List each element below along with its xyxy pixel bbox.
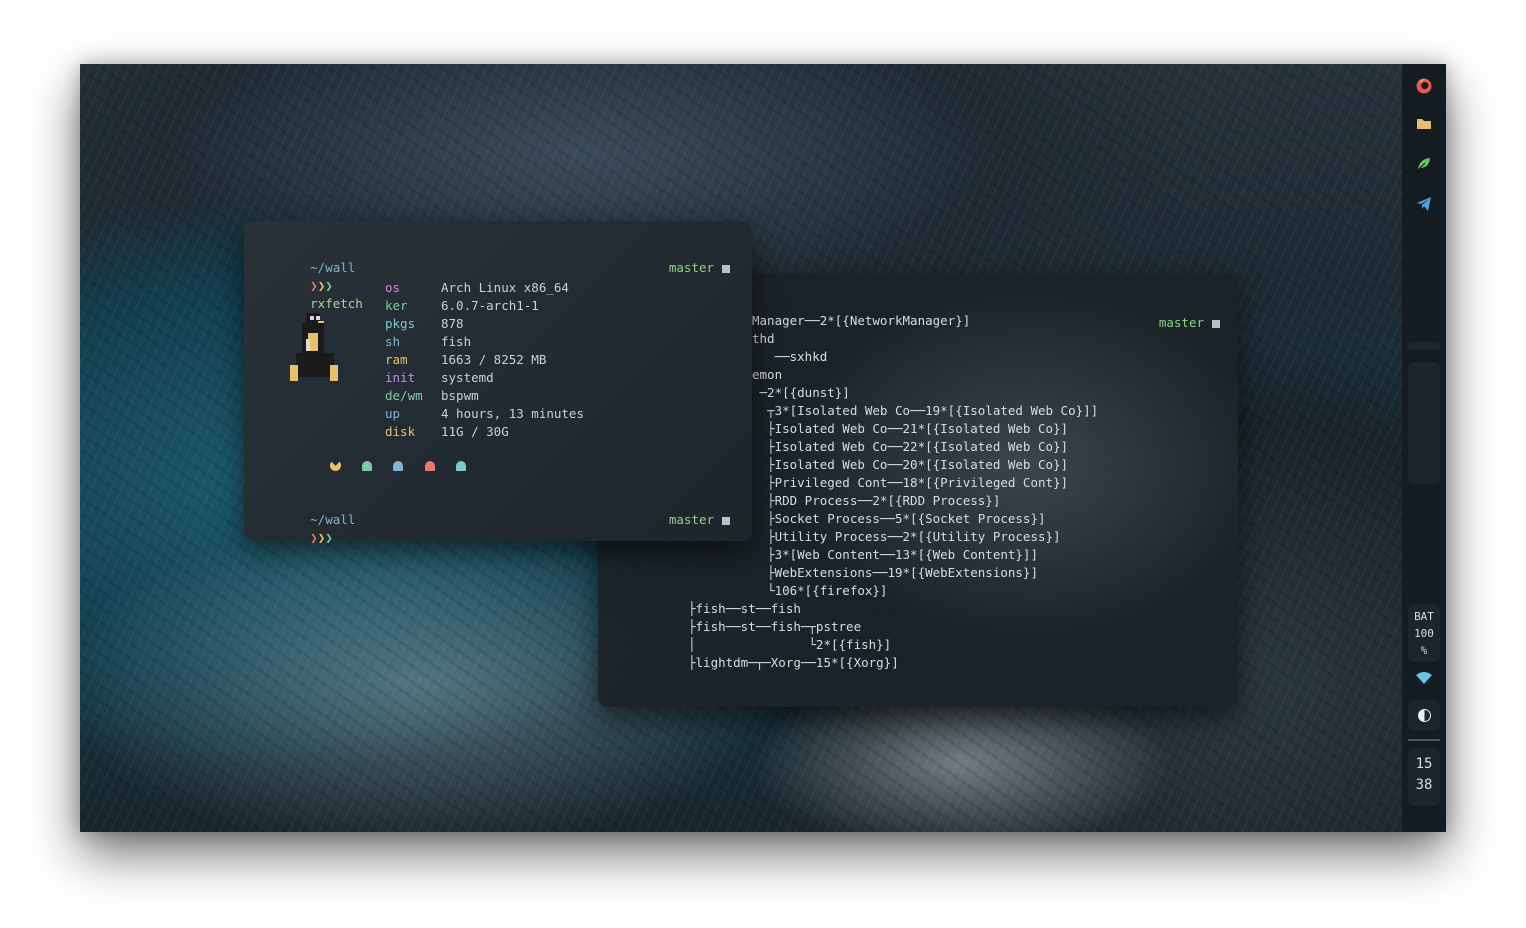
info-value: 6.0.7-arch1-1: [441, 298, 539, 313]
pstree-line: thd: [752, 331, 775, 346]
pstree-line: ├3*[Web Content──13*[{Web Content}]]: [752, 547, 1038, 562]
theme-toggle[interactable]: [1408, 700, 1440, 730]
git-branch: master: [668, 512, 714, 527]
info-key: de/wm: [385, 388, 423, 403]
cursor-block: [1212, 319, 1220, 328]
pstree-line: ├RDD Process──2*[{RDD Process}]: [752, 493, 1001, 508]
pstree-line: ├Isolated Web Co──20*[{Isolated Web Co}]: [752, 457, 1069, 472]
info-value: 11G / 30G: [441, 424, 509, 439]
clock-widget: 15 38: [1408, 748, 1440, 806]
wifi-icon[interactable]: [1414, 670, 1434, 690]
prompt-arrows: ❯❯❯: [310, 278, 333, 293]
fetch-git-status: master: [624, 241, 730, 295]
pstree-line: ├WebExtensions──19*[{WebExtensions}]: [752, 565, 1038, 580]
info-key: disk: [385, 424, 416, 439]
pstree-git-status: master: [1114, 296, 1220, 350]
prompt-line-2: ~/wall ❯❯❯: [265, 493, 355, 565]
pstree-line: ├Utility Process──2*[{Utility Process}]: [752, 529, 1061, 544]
info-key: up: [385, 406, 401, 421]
info-value: 1663 / 8252 MB: [441, 352, 547, 367]
tux-pixel-art-icon: [288, 313, 338, 387]
battery-unit: %: [1420, 644, 1428, 657]
info-value: fish: [441, 334, 472, 349]
telegram-icon[interactable]: [1414, 196, 1434, 216]
system-info-list: os Arch Linux x86_64ker 6.0.7-arch1-1 pkgs 8…: [385, 279, 584, 441]
info-row: pkgs 878: [385, 315, 584, 333]
pstree-line: ├Isolated Web Co──22*[{Isolated Web Co}]: [752, 439, 1069, 454]
info-row: ram 1663 / 8252 MB: [385, 351, 584, 369]
pstree-line: ├Privileged Cont──18*[{Privileged Cont}]: [752, 475, 1069, 490]
color-glyphs: [330, 459, 467, 474]
cursor-block: [722, 516, 730, 525]
info-row: sh fish: [385, 333, 584, 351]
info-key: pkgs: [385, 316, 416, 331]
folder-icon[interactable]: [1414, 116, 1434, 136]
workspace-indicator[interactable]: [1408, 342, 1440, 350]
info-value: systemd: [441, 370, 494, 385]
info-key: ram: [385, 352, 408, 367]
workspace-panel: [1408, 362, 1440, 484]
prompt-directory: ~/wall: [310, 512, 356, 527]
battery-widget: BAT 100 %: [1408, 604, 1440, 662]
pstree-line: ├fish──st──fish: [688, 601, 801, 616]
info-key: os: [385, 280, 401, 295]
battery-value: 100: [1414, 627, 1434, 640]
ghost-icon: [393, 461, 404, 471]
git-branch: master: [1158, 315, 1204, 330]
info-value: 878: [441, 316, 464, 331]
info-row: de/wm bspwm: [385, 387, 584, 405]
info-row: up 4 hours, 13 minutes: [385, 405, 584, 423]
info-key: init: [385, 370, 416, 385]
pacman-icon: [330, 460, 341, 471]
battery-label: BAT: [1414, 610, 1434, 623]
info-key: sh: [385, 334, 401, 349]
pstree-line: │ └2*[{fish}]: [688, 637, 892, 652]
prompt-directory: ~/wall: [310, 260, 356, 275]
leaf-icon[interactable]: [1414, 156, 1434, 176]
info-row: init systemd: [385, 369, 584, 387]
pstree-line: ├lightdm─┬─Xorg──15*[{Xorg}]: [688, 655, 899, 670]
cursor-block: [722, 264, 730, 273]
clock-hour: 15: [1415, 756, 1433, 772]
fetch-git-status-2: master: [624, 493, 730, 547]
info-value: 4 hours, 13 minutes: [441, 406, 584, 421]
divider: [1408, 739, 1440, 741]
info-value: bspwm: [441, 388, 479, 403]
pstree-line: ├Socket Process──5*[{Socket Process}]: [752, 511, 1046, 526]
pstree-line: ├Isolated Web Co──21*[{Isolated Web Co}]: [752, 421, 1069, 436]
contrast-icon: [1418, 709, 1431, 722]
pstree-line: ┬3*[Isolated Web Co──19*[{Isolated Web C…: [752, 403, 1099, 418]
pstree-line: emon: [752, 367, 783, 382]
info-row: ker 6.0.7-arch1-1: [385, 297, 584, 315]
info-row: os Arch Linux x86_64: [385, 279, 584, 297]
pstree-line: ─2*[{dunst}]: [752, 385, 850, 400]
rxfetch-terminal-window[interactable]: ~/wall ❯❯❯ rxfetch master os Arch Linux x…: [244, 221, 752, 545]
status-bar: BAT 100 % 15 38: [1402, 64, 1446, 832]
pstree-line: ├fish──st──fish─┬pstree: [688, 619, 862, 634]
info-value: Arch Linux x86_64: [441, 280, 569, 295]
info-row: disk 11G / 30G: [385, 423, 584, 441]
pstree-line: └106*[{firefox}]: [752, 583, 888, 598]
command-text: rxfetch: [310, 296, 363, 311]
pstree-line: Manager──2*[{NetworkManager}]: [752, 313, 971, 328]
pstree-line: ──sxhkd: [752, 349, 828, 364]
prompt-arrows: ❯❯❯: [310, 530, 333, 545]
desktop: master Manager──2*[{NetworkManager}] thd …: [80, 64, 1446, 832]
clock-minute: 38: [1415, 777, 1433, 793]
ghost-icon: [424, 461, 435, 471]
firefox-icon[interactable]: [1414, 77, 1434, 97]
info-key: ker: [385, 298, 408, 313]
ghost-icon: [361, 461, 372, 471]
git-branch: master: [668, 260, 714, 275]
ghost-icon: [456, 461, 467, 471]
